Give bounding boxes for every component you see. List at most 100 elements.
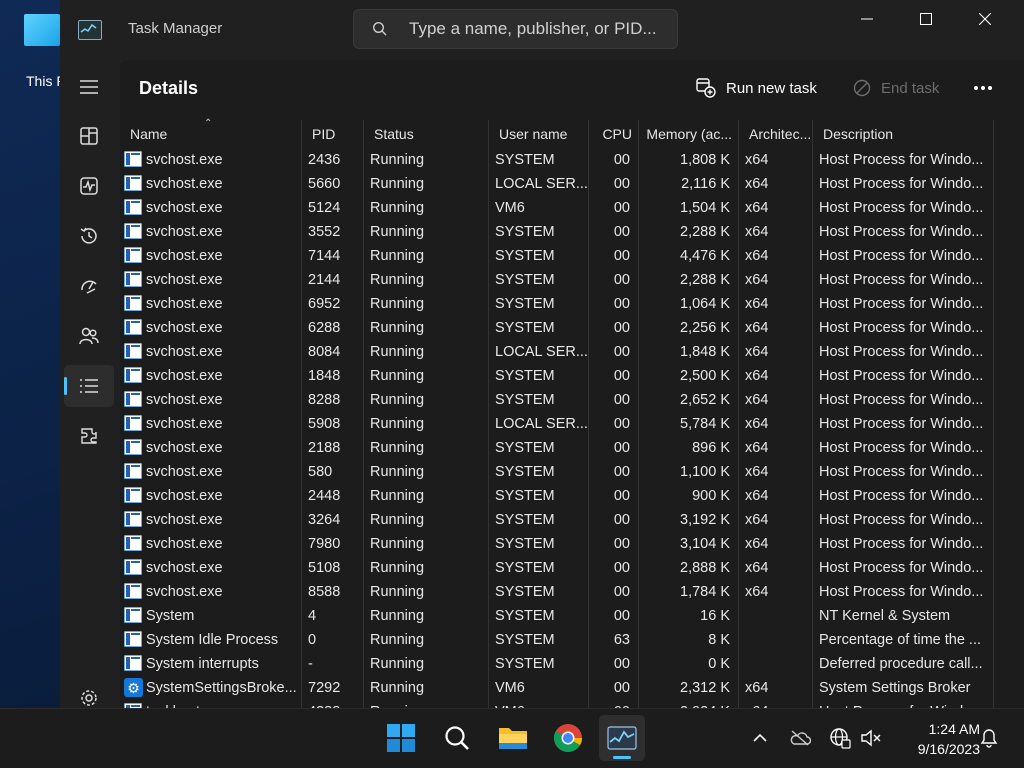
notifications-button[interactable] (977, 726, 1001, 750)
col-cpu-cell: 00 (613, 368, 630, 384)
table-row[interactable]: svchost.exe 3552 Running SYSTEM 00 2,288 K x64… (120, 220, 993, 244)
process-name: svchost.exe (146, 272, 223, 288)
table-row[interactable]: svchost.exe 8288 Running SYSTEM 00 2,652 K x64… (120, 388, 993, 412)
col-cpu-cell: 00 (613, 224, 630, 240)
table-row[interactable]: taskhostw.exe4388RunningVM6002,924 Kx64H… (120, 700, 993, 708)
nav-processes[interactable] (64, 115, 114, 157)
app-history-icon (80, 227, 97, 244)
header-col-cpu[interactable]: CPU (588, 120, 638, 148)
col-memory-cell: 5,784 K (680, 416, 730, 432)
table-row[interactable]: svchost.exe 7144 Running SYSTEM 00 4,476 K x64… (120, 244, 993, 268)
table-row[interactable]: svchost.exe 580 Running SYSTEM 00 1,100 K x64 H… (120, 460, 993, 484)
end-task-label: End task (881, 79, 940, 97)
col-arch-cell (738, 628, 812, 652)
col-arch-cell: x64 (745, 224, 769, 240)
table-row[interactable]: svchost.exe 2436 Running SYSTEM 00 1,808 K x64… (120, 148, 993, 172)
col-memory-cell: 1,784 K (680, 584, 730, 600)
table-row[interactable]: svchost.exe 6952 Running SYSTEM 00 1,064 K x64… (120, 292, 993, 316)
process-window-icon (124, 631, 142, 647)
col-status-cell: Running (370, 584, 425, 600)
maximize-button[interactable] (897, 0, 955, 38)
header-col-pid[interactable]: PID (301, 120, 363, 148)
close-button[interactable] (956, 0, 1014, 38)
col-cpu-cell: 00 (588, 700, 638, 708)
col-user-cell: SYSTEM (495, 464, 555, 480)
start-button[interactable] (378, 715, 424, 761)
services-icon (81, 428, 97, 444)
task-manager-taskbar-button[interactable] (599, 715, 645, 761)
table-row[interactable]: svchost.exe 2188 Running SYSTEM 00 896 K x64 Ho… (120, 436, 993, 460)
header-col-memory[interactable]: Memory (ac... (638, 120, 738, 148)
col-cpu-cell: 00 (613, 392, 630, 408)
col-desc-cell: Host Process for Windo... (819, 512, 984, 528)
col-status-cell: Running (370, 152, 425, 168)
table-row[interactable]: svchost.exe 3264 Running SYSTEM 00 3,192 K x64… (120, 508, 993, 532)
table-row[interactable]: svchost.exe 2144 Running SYSTEM 00 2,288 K x64… (120, 268, 993, 292)
process-name: svchost.exe (146, 584, 223, 600)
nav-startup-apps[interactable] (64, 265, 114, 307)
onedrive-button[interactable] (788, 726, 812, 750)
col-desc-cell: System Settings Broker (819, 680, 971, 696)
table-row[interactable]: System interrupts - Running SYSTEM 00 0 K Defe… (120, 652, 993, 676)
col-memory-cell: 1,808 K (680, 152, 730, 168)
run-new-task-button[interactable]: Run new task (696, 76, 817, 100)
process-name: svchost.exe (146, 560, 223, 576)
taskbar-search-button[interactable] (434, 715, 480, 761)
table-row[interactable]: System Idle Process 0 Running SYSTEM 63 8 K Pe… (120, 628, 993, 652)
col-cpu-cell: 00 (613, 584, 630, 600)
nav-details[interactable] (64, 365, 114, 407)
header-col-user[interactable]: User name (488, 120, 588, 148)
process-window-icon (124, 271, 142, 287)
bell-icon (980, 729, 998, 748)
col-status-cell: Running (370, 560, 425, 576)
nav-app-history[interactable] (64, 215, 114, 257)
nav-services[interactable] (64, 415, 114, 457)
process-name: svchost.exe (146, 440, 223, 456)
more-options-button[interactable] (968, 74, 998, 102)
col-cpu-cell: 00 (613, 488, 630, 504)
table-row[interactable]: svchost.exe 5124 Running VM6 00 1,504 K x64 Hos… (120, 196, 993, 220)
volume-button[interactable] (859, 726, 883, 750)
col-status-cell: Running (363, 700, 488, 708)
chrome-button[interactable] (545, 715, 591, 761)
table-row[interactable]: svchost.exe 8588 Running SYSTEM 00 1,784 K x64… (120, 580, 993, 604)
search-input[interactable] (409, 10, 669, 48)
clock[interactable]: 1:24 AM 9/16/2023 (890, 719, 980, 759)
process-name: svchost.exe (146, 488, 223, 504)
table-row[interactable]: svchost.exe 1848 Running SYSTEM 00 2,500 K x64… (120, 364, 993, 388)
table-row[interactable]: svchost.exe 6288 Running SYSTEM 00 2,256 K x64… (120, 316, 993, 340)
col-cpu-cell: 00 (613, 200, 630, 216)
file-explorer-button[interactable] (490, 715, 536, 761)
nav-users[interactable] (64, 315, 114, 357)
search-box[interactable] (353, 9, 678, 49)
table-row[interactable]: svchost.exe 5660 Running LOCAL SER... 00 2,11… (120, 172, 993, 196)
nav-settings[interactable] (64, 678, 114, 708)
table-row[interactable]: svchost.exe 2448 Running SYSTEM 00 900 K x64 Ho… (120, 484, 993, 508)
header-col-desc[interactable]: Description (812, 120, 993, 148)
header-col-arch[interactable]: Architec... (738, 120, 812, 148)
process-name: svchost.exe (146, 200, 223, 216)
process-window-icon (124, 535, 142, 551)
header-col-status[interactable]: Status (363, 120, 488, 148)
show-hidden-icons-button[interactable] (748, 726, 772, 750)
end-task-button[interactable]: End task (853, 76, 939, 100)
nav-performance[interactable] (64, 165, 114, 207)
task-manager-window: Task Manager Type a name, publisher, or … (60, 0, 1024, 708)
col-arch-cell: x64 (745, 392, 769, 408)
processes-icon (80, 127, 98, 145)
hamburger-menu-button[interactable] (64, 66, 114, 108)
col-status-cell: Running (370, 272, 425, 288)
process-window-icon (124, 247, 142, 263)
network-button[interactable] (828, 726, 852, 750)
process-name: svchost.exe (146, 368, 223, 384)
table-row[interactable]: svchost.exe 5908 Running LOCAL SER... 00 5,78… (120, 412, 993, 436)
table-row[interactable]: System 4 Running SYSTEM 00 16 K NT Kernel & Sy… (120, 604, 993, 628)
col-desc-cell: Host Process for Windo... (819, 464, 984, 480)
table-row[interactable]: svchost.exe 8084 Running LOCAL SER... 00 1,84… (120, 340, 993, 364)
table-row[interactable]: svchost.exe 5108 Running SYSTEM 00 2,888 K x64… (120, 556, 993, 580)
table-row[interactable]: svchost.exe 7980 Running SYSTEM 00 3,104 K x64… (120, 532, 993, 556)
table-row[interactable]: ⚙ SystemSettingsBroke... 7292 Running VM6 00 2… (120, 676, 993, 700)
col-user-cell: SYSTEM (495, 512, 555, 528)
col-pid-cell: 5124 (308, 200, 341, 216)
minimize-button[interactable] (838, 0, 896, 38)
